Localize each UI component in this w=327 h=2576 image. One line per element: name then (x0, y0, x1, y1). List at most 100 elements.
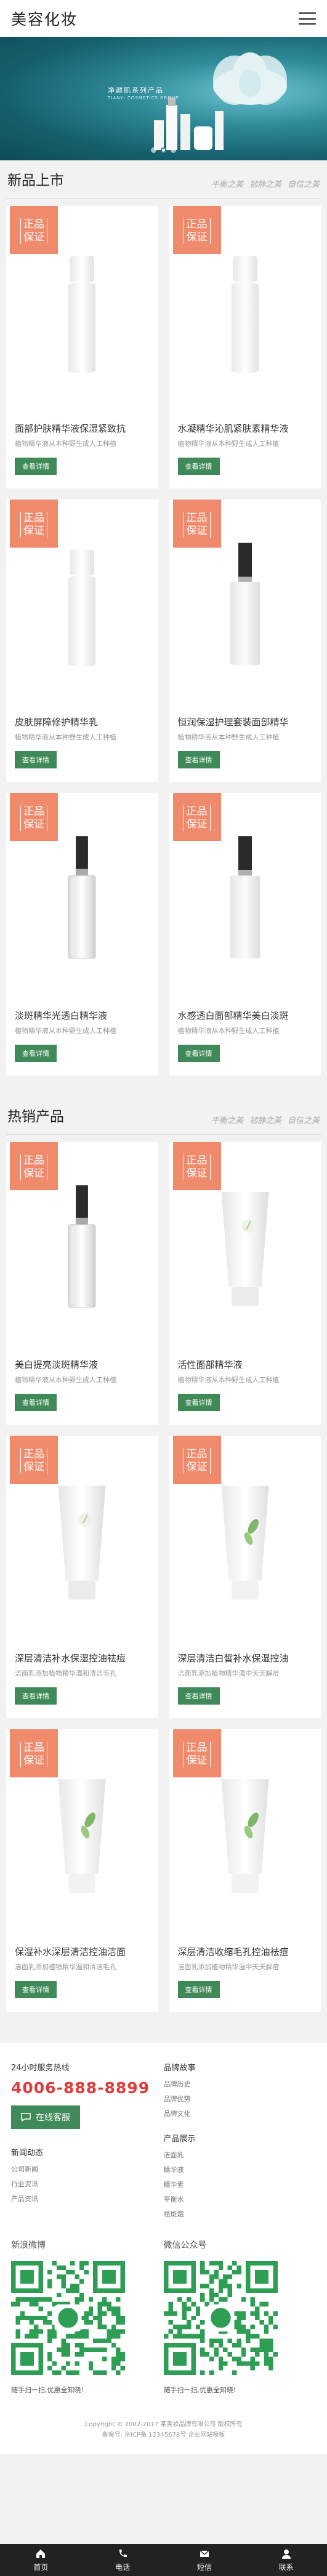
section-tags: 平衡之美 韧静之美 自信之美 (211, 1114, 320, 1125)
authentic-badge: 正品 保证 (10, 1142, 58, 1190)
top-header: 美容化妆 (0, 0, 327, 37)
product-card[interactable]: 正品 保证 淡斑精华光透白精华液 植物精华液从本种野生成人工种植 查看详情 (6, 793, 158, 1076)
footer-link[interactable]: 品牌优势 (164, 2094, 317, 2104)
badge-line: 正品 (23, 1742, 44, 1754)
view-details-button[interactable]: 查看详情 (177, 751, 220, 768)
product-name[interactable]: 活性面部精华液 (169, 1351, 321, 1375)
footer-link[interactable]: 洁面乳 (164, 2150, 317, 2160)
badge-line: 正品 (23, 1154, 44, 1167)
footer-link[interactable]: 公司新闻 (11, 2164, 164, 2174)
carousel-dot[interactable] (171, 147, 176, 153)
product-image-area[interactable]: 正品 保证 (169, 1436, 321, 1644)
footer-link[interactable]: 平衡水 (164, 2194, 317, 2204)
badge-line: 正品 (23, 512, 44, 524)
product-card[interactable]: 正品 保证 深层清洁白皙补水保湿控油 洁面乳添加植物精华温中天天解痘 查看详情 (169, 1436, 321, 1718)
site-logo[interactable]: 美容化妆 (11, 7, 78, 30)
product-name[interactable]: 深层清洁收缩毛孔控油祛痘 (169, 1938, 321, 1962)
footer-link[interactable]: 祛斑霜 (164, 2209, 317, 2219)
product-name[interactable]: 水凝精华沁肌紧肤素精华液 (169, 414, 321, 438)
product-card[interactable]: 正品 保证 保湿补水深层清洁控油洁面 洁面乳添加植物精华温和清洁毛孔 查看详情 (6, 1729, 158, 2012)
section-tag[interactable]: 自信之美 (288, 178, 320, 189)
view-details-button[interactable]: 查看详情 (177, 1687, 220, 1705)
product-card[interactable]: 正品 保证 深层清洁补水保湿控油祛痘 洁面乳添加植物精华温和清洁毛孔 查看详情 (6, 1436, 158, 1718)
footer-link[interactable]: 行业资讯 (11, 2179, 164, 2189)
product-image-area[interactable]: 正品 保证 (6, 1729, 158, 1938)
footer-link[interactable]: 产品资讯 (11, 2194, 164, 2204)
view-details-button[interactable]: 查看详情 (177, 458, 220, 475)
view-details-button[interactable]: 查看详情 (15, 1394, 57, 1411)
carousel-dot[interactable] (151, 147, 156, 153)
brand-head: 品牌故事 (163, 2064, 196, 2073)
nav-home[interactable]: 首页 (0, 2544, 82, 2576)
icp-line: 备案号: 京ICP备 12345678号 企业网站模板 (102, 2432, 225, 2438)
banner-title: 净颜肌系列产品 (108, 86, 164, 94)
view-details-button[interactable]: 查看详情 (15, 1045, 57, 1062)
product-name[interactable]: 深层清洁白皙补水保湿控油 (169, 1644, 321, 1668)
product-name[interactable]: 淡斑精华光透白精华液 (6, 1002, 158, 1026)
authentic-badge: 正品 保证 (10, 500, 58, 548)
view-details-button[interactable]: 查看详情 (177, 1045, 220, 1062)
badge-line: 保证 (186, 1755, 208, 1767)
product-card[interactable]: 正品 保证 面部护肤精华液保湿紧致抗 植物精华液从本种野生成人工种植 查看详情 (6, 206, 158, 488)
section-tag[interactable]: 平衡之美 (211, 178, 243, 189)
product-image-area[interactable]: 正品 保证 (169, 1142, 321, 1351)
nav-contact[interactable]: 联系 (245, 2544, 327, 2576)
product-grid: 正品 保证 面部护肤精华液保湿紧致抗 植物精华液从本种野生成人工种植 查看详情 正品 保证水… (6, 199, 321, 1076)
product-image-area[interactable]: 正品 保证 (6, 500, 158, 708)
banner-carousel[interactable]: 净颜肌系列产品 TIANYI COSMETICS GROUP (0, 37, 327, 160)
online-service-button[interactable]: 在线客服 (11, 2105, 80, 2129)
hotline-number[interactable]: 4006-888-8899 (11, 2079, 164, 2097)
authentic-badge: 正品 保证 (10, 206, 58, 254)
product-card[interactable]: 正品 保证皮肤屏障修护精华乳 植物精华液从本种野生成人工种植查看详情 (6, 500, 158, 782)
product-name[interactable]: 恒润保湿护理套装面部精华 (169, 708, 321, 732)
product-image-area[interactable]: 正品 保证 (169, 793, 321, 1002)
carousel-dots (0, 147, 327, 153)
product-image-area[interactable]: 正品 保证 (169, 1729, 321, 1938)
product-image-area[interactable]: 正品 保证 (6, 1142, 158, 1351)
product-card[interactable]: 正品 保证 水凝精华沁肌紧肤素精华液 植物精华液从本种野生成人工种植 查看详情 (169, 206, 321, 488)
footer-link[interactable]: 精华液 (164, 2165, 317, 2175)
badge-line: 保证 (23, 1755, 44, 1767)
section-tag[interactable]: 韧静之美 (249, 1114, 281, 1125)
product-image-area[interactable]: 正品 保证 (6, 206, 158, 414)
section-tag[interactable]: 韧静之美 (249, 178, 281, 189)
badge-line: 正品 (186, 805, 208, 818)
menu-icon[interactable] (299, 12, 316, 25)
product-card[interactable]: 正品 保证 恒润保湿护理套装面部精华 植物精华液从本种野生成人工种植 查看详情 (169, 500, 321, 782)
product-image-area[interactable]: 正品 保证 (6, 793, 158, 1002)
view-details-button[interactable]: 查看详情 (15, 751, 57, 768)
section-tag[interactable]: 自信之美 (288, 1114, 320, 1125)
product-desc: 植物精华液从本种野生成人工种植 (177, 1027, 280, 1035)
product-image (68, 1185, 96, 1308)
product-name[interactable]: 皮肤屏障修护精华乳 (6, 708, 158, 732)
product-image-area[interactable]: 正品 保证 (169, 206, 321, 414)
product-card[interactable]: 正品 保证 水感透白面部精华美白淡斑 植物精华液从本种野生成人工种植查看详情 (169, 793, 321, 1076)
carousel-dot-active[interactable] (161, 147, 166, 153)
product-image-area[interactable]: 正品 保证 (6, 1436, 158, 1644)
weibo-qr-code (11, 2261, 125, 2375)
view-details-button[interactable]: 查看详情 (15, 1981, 57, 1998)
product-desc: 植物精华液从本种野生成人工种植 (15, 733, 116, 741)
view-details-button[interactable]: 查看详情 (177, 1394, 220, 1411)
hot-products-section: 热销产品 平衡之美 韧静之美 自信之美 正品 保证 美白提亮淡斑精华液 植物精华液从本… (0, 1109, 327, 2012)
authentic-badge: 正品 保证 (10, 1436, 58, 1484)
product-name[interactable]: 水感透白面部精华美白淡斑 (169, 1002, 321, 1026)
footer-link[interactable]: 品牌文化 (164, 2109, 317, 2118)
product-name[interactable]: 深层清洁补水保湿控油祛痘 (6, 1644, 158, 1668)
view-details-button[interactable]: 查看详情 (15, 458, 57, 475)
section-tag[interactable]: 平衡之美 (211, 1114, 243, 1125)
product-name[interactable]: 美白提亮淡斑精华液 (6, 1351, 158, 1375)
nav-phone[interactable]: 电话 (82, 2544, 164, 2576)
footer-link[interactable]: 品牌历史 (164, 2079, 317, 2089)
view-details-button[interactable]: 查看详情 (15, 1687, 57, 1705)
product-card[interactable]: 正品 保证 活性面部精华液 植物精华液从本种野生成人工种植 查看详情 (169, 1142, 321, 1425)
product-name[interactable]: 保湿补水深层清洁控油洁面 (6, 1938, 158, 1962)
product-image (221, 1486, 269, 1600)
product-name[interactable]: 面部护肤精华液保湿紧致抗 (6, 414, 158, 438)
product-image-area[interactable]: 正品 保证 (169, 500, 321, 708)
product-card[interactable]: 正品 保证 美白提亮淡斑精华液 植物精华液从本种野生成人工种植 查看详情 (6, 1142, 158, 1425)
nav-message[interactable]: 短信 (164, 2544, 246, 2576)
product-card[interactable]: 正品 保证 深层清洁收缩毛孔控油祛痘 洁面乳添加植物精华温中天天解痘 查看详情 (169, 1729, 321, 2012)
view-details-button[interactable]: 查看详情 (177, 1981, 220, 1998)
footer-link[interactable]: 精华素 (164, 2179, 317, 2189)
